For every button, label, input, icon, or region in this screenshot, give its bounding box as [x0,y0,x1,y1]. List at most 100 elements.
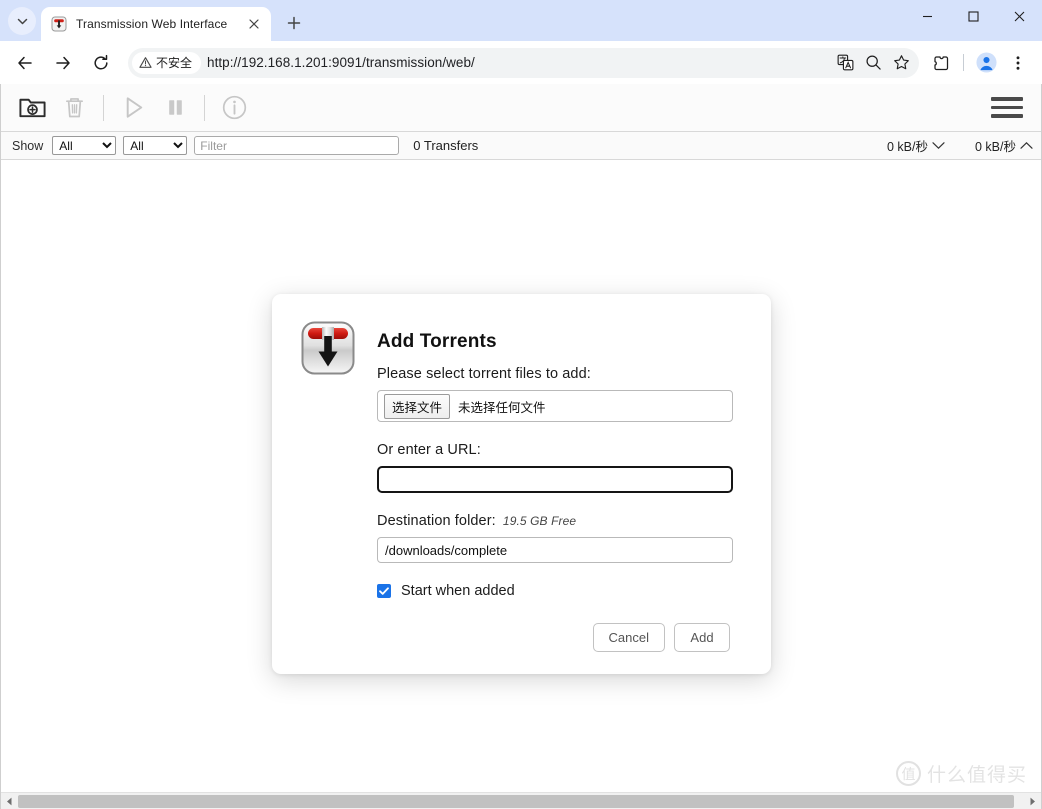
dialog-body: Please select torrent files to add: 选择文件… [300,366,751,652]
torrent-list: Add Torrents Please select torrent files… [1,161,1041,809]
watermark-text: 什么值得买 [926,764,1027,786]
window-close-button[interactable] [996,0,1042,33]
open-torrent-button[interactable] [11,88,53,128]
torrent-file-input[interactable]: 选择文件 未选择任何文件 [377,390,733,422]
hamburger-line [991,97,1023,101]
start-when-added-checkbox[interactable] [377,584,391,598]
star-icon[interactable] [887,49,915,77]
plus-icon [287,16,301,30]
url-text: http://192.168.1.201:9091/transmission/w… [207,55,475,70]
show-label: Show [12,138,44,153]
toolbar-separator [103,94,104,121]
hamburger-line [991,114,1023,118]
pause-icon [168,100,182,115]
remove-torrent-button[interactable] [53,88,95,128]
scrollbar-track[interactable] [18,793,1024,809]
add-button[interactable]: Add [674,623,730,652]
start-when-added-row[interactable]: Start when added [377,583,733,599]
translate-icon[interactable] [831,49,859,77]
transmission-toolbar [1,84,1041,132]
free-space-label: 19.5 GB Free [502,514,577,528]
torrent-info-button[interactable] [213,88,255,128]
scroll-right-button[interactable] [1024,793,1041,809]
upload-speed-indicator: 0 kB/秒 [975,136,1033,155]
browser-toolbar: 不安全 http://192.168.1.201:9091/transmissi… [0,41,1042,84]
chevron-down-icon [932,141,945,150]
three-dot-menu-icon[interactable] [1003,48,1033,78]
trash-icon [65,98,83,118]
browser-tab[interactable]: Transmission Web Interface [41,7,271,41]
toolbar-divider [963,54,964,71]
close-icon [249,19,259,29]
zoom-search-icon[interactable] [859,49,887,77]
start-when-added-label: Start when added [401,583,515,599]
play-icon [126,97,142,118]
transfer-count-label: 0 Transfers [413,138,479,153]
transmission-favicon [51,16,67,32]
start-torrent-button[interactable] [112,88,154,128]
toolbar-separator [204,94,205,121]
maximize-button[interactable] [950,0,996,33]
back-arrow-icon [18,56,32,69]
download-speed-indicator: 0 kB/秒 [887,136,945,155]
tracker-filter-select[interactable]: All [123,136,188,155]
transmission-logo [300,320,356,376]
file-status-label: 未选择任何文件 [458,400,546,415]
minimize-icon [922,15,932,18]
add-torrents-dialog: Add Torrents Please select torrent files… [272,294,771,674]
forward-arrow-icon [56,56,70,69]
security-status-label: 不安全 [156,56,193,70]
destination-label: Destination folder: 19.5 GB Free [377,513,733,529]
chevron-up-icon [1020,141,1033,150]
window-controls [904,0,1042,41]
checkmark-icon [379,587,389,595]
dialog-title: Add Torrents [377,331,497,352]
transmission-filterbar: Show All All 0 Transfers 0 kB/秒 0 kB/秒 [1,132,1041,160]
triangle-left-icon [7,797,12,805]
warning-triangle-icon [139,57,152,68]
minimize-button[interactable] [904,0,950,33]
forward-button[interactable] [47,47,79,79]
extensions-puzzle-icon[interactable] [926,48,956,78]
download-speed-value: 0 kB/秒 [887,140,928,154]
open-folder-plus-icon [18,98,46,118]
upload-speed-value: 0 kB/秒 [975,140,1016,154]
browser-window: Transmission Web Interface 不安全 http://19… [0,0,1042,809]
profile-avatar-icon[interactable] [971,48,1001,78]
maximize-icon [967,11,979,22]
reload-button[interactable] [85,47,117,79]
hamburger-line [991,105,1023,110]
horizontal-scrollbar[interactable] [1,792,1041,809]
dialog-actions: Cancel Add [377,623,733,652]
info-icon [222,95,246,120]
tab-search-button[interactable] [8,7,36,35]
close-icon [1014,11,1024,22]
scrollbar-thumb[interactable] [18,794,1014,808]
back-button[interactable] [9,47,41,79]
cancel-button[interactable]: Cancel [592,623,665,652]
tab-close-button[interactable] [245,15,263,33]
address-bar[interactable]: 不安全 http://192.168.1.201:9091/transmissi… [128,47,919,78]
watermark: 值 什么值得买 [895,760,1027,787]
pause-torrent-button[interactable] [154,88,196,128]
omnibox-icons [831,49,915,77]
new-tab-button[interactable] [280,9,308,37]
watermark-badge: 值 [895,761,921,786]
tab-strip: Transmission Web Interface [0,0,1042,41]
scroll-left-button[interactable] [1,793,18,809]
state-filter-select[interactable]: All [52,136,117,155]
file-select-label: Please select torrent files to add: [377,366,591,382]
security-status-badge[interactable]: 不安全 [132,51,202,74]
tab-title: Transmission Web Interface [76,17,228,31]
choose-file-button[interactable]: 选择文件 [384,393,451,419]
destination-label-text: Destination folder: [377,513,496,529]
chevron-down-icon [17,18,27,24]
url-label: Or enter a URL: [377,442,481,458]
main-menu-button[interactable] [987,92,1027,124]
torrent-url-input[interactable] [377,466,733,493]
triangle-right-icon [1030,797,1035,805]
filter-input[interactable] [194,136,400,155]
page-viewport: Show All All 0 Transfers 0 kB/秒 0 kB/秒 [0,84,1042,809]
destination-folder-input[interactable] [377,537,733,563]
reload-icon [94,54,108,69]
